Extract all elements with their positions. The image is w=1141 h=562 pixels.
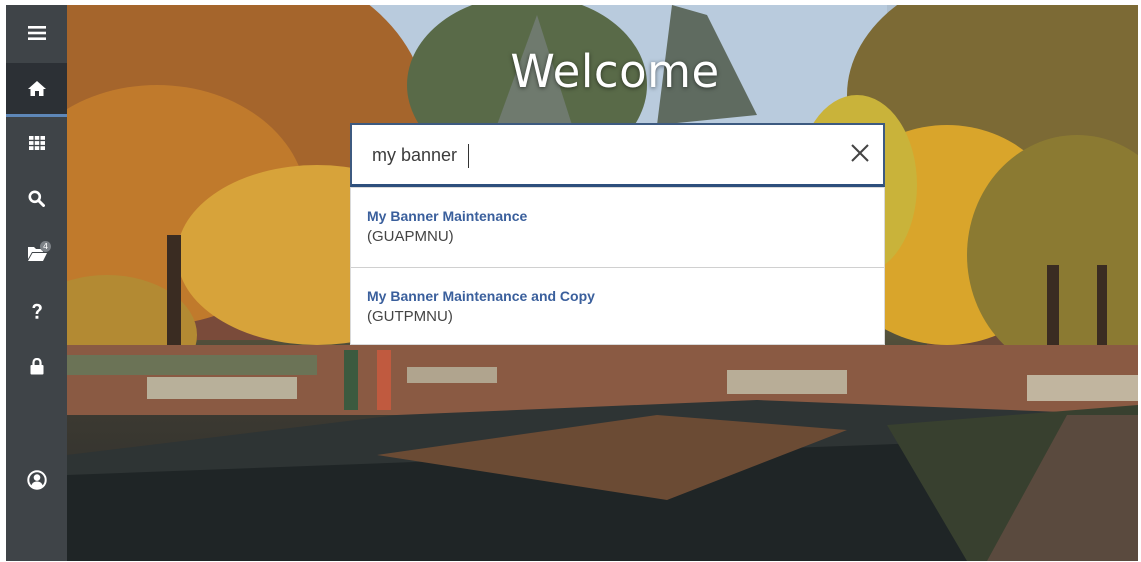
welcome-heading: Welcome: [510, 45, 720, 98]
home-button[interactable]: [6, 63, 67, 117]
sidebar: 4: [6, 5, 67, 561]
search-result-item[interactable]: My Banner Maintenance (GUAPMNU): [351, 188, 884, 266]
user-circle-icon: [26, 470, 47, 490]
search-result-item[interactable]: My Banner Maintenance and Copy (GUTPMNU): [351, 267, 884, 345]
search-icon: [28, 190, 45, 207]
search-button[interactable]: [6, 176, 67, 220]
hamburger-icon: [27, 26, 46, 40]
home-icon: [27, 81, 46, 96]
text-caret: [468, 144, 469, 168]
recent-count-badge: 4: [40, 241, 51, 252]
search-input[interactable]: [372, 139, 812, 171]
lock-icon: [30, 357, 43, 374]
close-icon[interactable]: [850, 143, 870, 168]
result-title: My Banner Maintenance and Copy: [367, 288, 595, 304]
user-profile-button[interactable]: [6, 458, 67, 502]
result-code: (GUAPMNU): [367, 228, 454, 245]
menu-button[interactable]: [6, 11, 67, 55]
help-button[interactable]: [6, 289, 67, 333]
search-box: [350, 123, 885, 187]
lock-button[interactable]: [6, 344, 67, 388]
recent-items-button[interactable]: 4: [6, 231, 67, 275]
grid-icon: [28, 136, 45, 150]
result-title: My Banner Maintenance: [367, 208, 528, 224]
search-results-dropdown: My Banner Maintenance (GUAPMNU) My Banne…: [350, 187, 885, 345]
question-icon: [32, 303, 42, 319]
applications-button[interactable]: [6, 121, 67, 165]
result-code: (GUTPMNU): [367, 308, 453, 325]
